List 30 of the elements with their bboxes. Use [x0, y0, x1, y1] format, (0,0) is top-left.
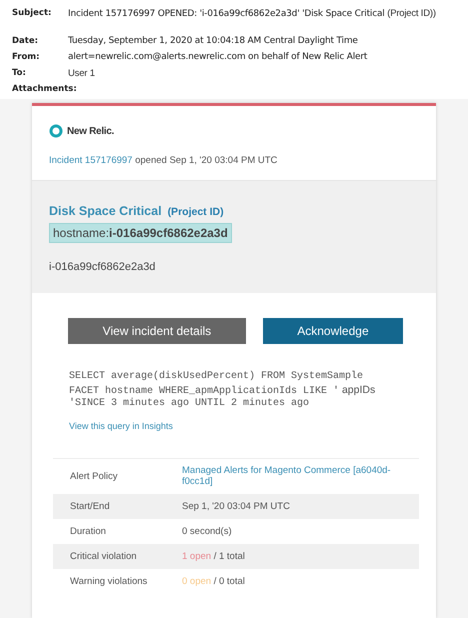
violation-count: 0 open / 0 total [182, 576, 246, 586]
entity-name: i-016a99cf6862e2a3d [49, 261, 156, 273]
detail-value: Sep 1, '20 03:04 PM UTC [182, 500, 291, 512]
detail-label: Start/End [69, 500, 111, 512]
field-value: Tuesday, September 1, 2020 at 10:04:18 AM Central Daylight Time [68, 36, 358, 46]
detail-value: 0 second(s) [182, 526, 233, 536]
field-value: User 1 [68, 68, 95, 78]
acknowledge-button[interactable]: Acknowledge [262, 318, 403, 344]
condition-title: Disk Space Critical [49, 204, 162, 218]
detail-label: Critical violation [69, 550, 138, 562]
logo-text: New Relic. [67, 126, 114, 136]
field-label: Attachments: [12, 82, 77, 96]
field-label: Date: [12, 34, 40, 48]
detail-label: Warning violations [69, 576, 148, 586]
ring-logo-icon [49, 124, 63, 138]
field-value: Incident 157176997 OPENED: 'i-016a99cf6862e2a3d' 'Disk Space Critical (Project ID)) [68, 8, 436, 18]
query-text: SELECT average(diskUsedPercent) FROM SystemSample FACET hostname WHERE_apmApplicationIds LIKE ' appIDs 'SINCE 3 minutes ago UNTIL 2 minutes ago [68, 370, 376, 410]
field-label: From: [12, 50, 41, 64]
details-button[interactable]: View incident details [68, 318, 246, 344]
policy-link[interactable]: Managed Alerts for Magento Commerce [a6040d-f0cc1d] [182, 465, 419, 487]
hostname-tag: hostname:i-016a99cf6862e2a3d [49, 223, 232, 243]
detail-label: Duration [69, 526, 107, 536]
field-label: Subject: [12, 6, 52, 20]
field-value: alert=newrelic.com@alerts.newrelic.com on behalf of New Relic Alert [68, 52, 368, 62]
insights-link[interactable]: View this query in Insights [32, 410, 436, 430]
violation-count: 1 open / 1 total [182, 550, 246, 562]
detail-label: Alert Policy [69, 470, 119, 482]
incident-line: Incident 157176997 opened Sep 1, '20 03:04 PM UTC [49, 155, 278, 166]
condition-note: (Project ID) [168, 206, 224, 218]
field-label: To: [12, 66, 27, 80]
